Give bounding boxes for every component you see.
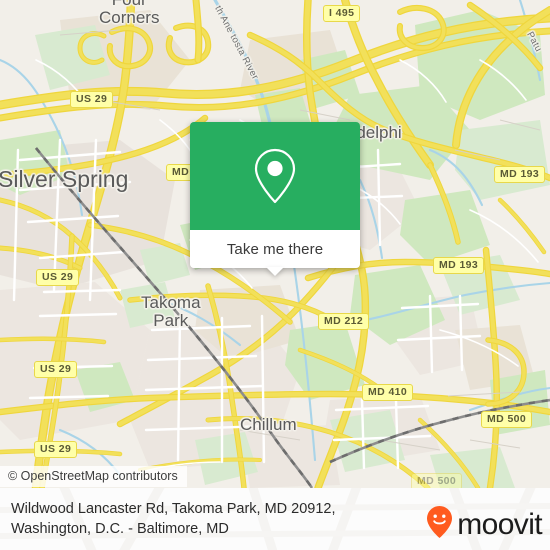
screenshot-root: .g { fill:#cfe8bf; } .g2 { fill:#d8ead0;… <box>0 0 550 550</box>
address-text: Wildwood Lancaster Rd, Takoma Park, MD 2… <box>11 499 336 539</box>
map-canvas[interactable]: .g { fill:#cfe8bf; } .g2 { fill:#d8ead0;… <box>0 0 550 488</box>
map-attribution[interactable]: © OpenStreetMap contributors <box>0 466 187 487</box>
bottom-info-bar: Wildwood Lancaster Rd, Takoma Park, MD 2… <box>0 488 550 550</box>
take-me-there-label: Take me there <box>226 240 324 258</box>
highway-shield-md212: MD 212 <box>318 313 370 330</box>
address-line-1: Wildwood Lancaster Rd, Takoma Park, MD 2… <box>11 501 336 517</box>
place-label-chillum: Chillum <box>240 415 297 434</box>
address-line-2: Washington, D.C. - Baltimore, MD <box>11 521 229 537</box>
moovit-brand[interactable]: moovit <box>426 505 543 544</box>
place-label-silver-spring: Silver Spring <box>0 166 129 192</box>
highway-shield-us29-north: US 29 <box>70 91 114 108</box>
highway-shield-md410: MD 410 <box>362 384 414 401</box>
moovit-wordmark: moovit <box>457 507 542 541</box>
highway-shield-us29-bottom: US 29 <box>34 441 78 458</box>
callout-pointer-tail <box>266 267 284 276</box>
map-pin-icon <box>248 144 302 208</box>
highway-shield-i495: I 495 <box>323 5 361 22</box>
callout-pin-area <box>190 122 360 230</box>
highway-shield-us29-lower: US 29 <box>34 361 78 378</box>
place-label-takoma-park: Takoma Park <box>141 293 201 330</box>
location-callout[interactable]: Take me there <box>190 122 360 276</box>
highway-shield-md500-bottom: MD 500 <box>411 473 463 488</box>
highway-shield-md193-east: MD 193 <box>494 166 546 183</box>
moovit-smiley-pin-icon <box>426 505 453 544</box>
place-label-four-corners: Four Corners <box>99 0 160 27</box>
highway-shield-md500: MD 500 <box>481 411 533 428</box>
highway-shield-md193-mid: MD 193 <box>433 257 485 274</box>
highway-shield-us29-mid: US 29 <box>36 269 80 286</box>
callout-action-area[interactable]: Take me there <box>190 230 360 276</box>
